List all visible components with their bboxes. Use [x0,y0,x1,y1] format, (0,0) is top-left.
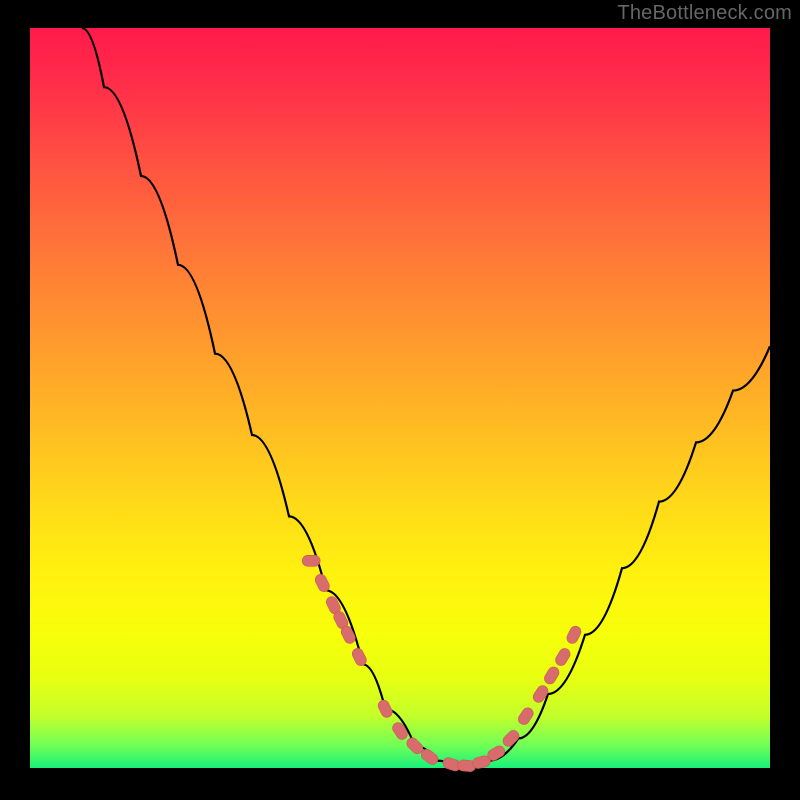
highlight-marker [531,683,550,704]
curve-svg [30,28,770,768]
highlight-marker [302,555,320,566]
highlight-marker [501,728,522,749]
bottleneck-curve [82,28,770,768]
chart-frame: TheBottleneck.com [0,0,800,800]
highlight-marker [516,706,535,727]
highlight-marker [390,720,409,741]
marker-group [302,555,583,772]
highlight-marker [553,646,572,667]
watermark-text: TheBottleneck.com [617,2,792,25]
highlight-marker [565,624,583,645]
highlight-marker [376,698,394,719]
plot-area [30,28,770,768]
highlight-marker [542,665,561,686]
